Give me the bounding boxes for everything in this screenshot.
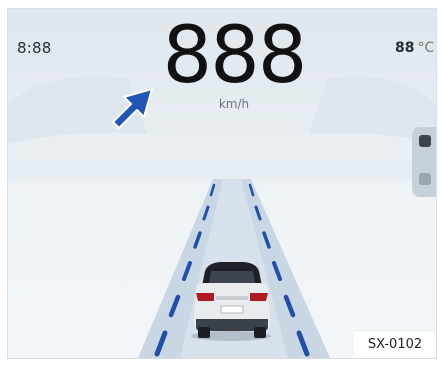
instrument-cluster-figure: 8:88 888 km/h 88 °C SX-0102 xyxy=(7,8,437,359)
horizon-band xyxy=(8,159,436,179)
speedometer-digits: 888 xyxy=(162,11,308,101)
outside-temperature: 88 °C xyxy=(395,40,434,56)
temperature-value: 88 xyxy=(395,40,415,56)
clock-display: 8:88 xyxy=(17,39,52,57)
temperature-unit: °C xyxy=(417,40,435,56)
figure-code: SX-0102 xyxy=(354,332,436,358)
side-widget-icon xyxy=(412,127,436,197)
speed-unit-label: km/h xyxy=(218,97,250,111)
cluster-display: 8:88 888 km/h 88 °C xyxy=(8,9,436,358)
